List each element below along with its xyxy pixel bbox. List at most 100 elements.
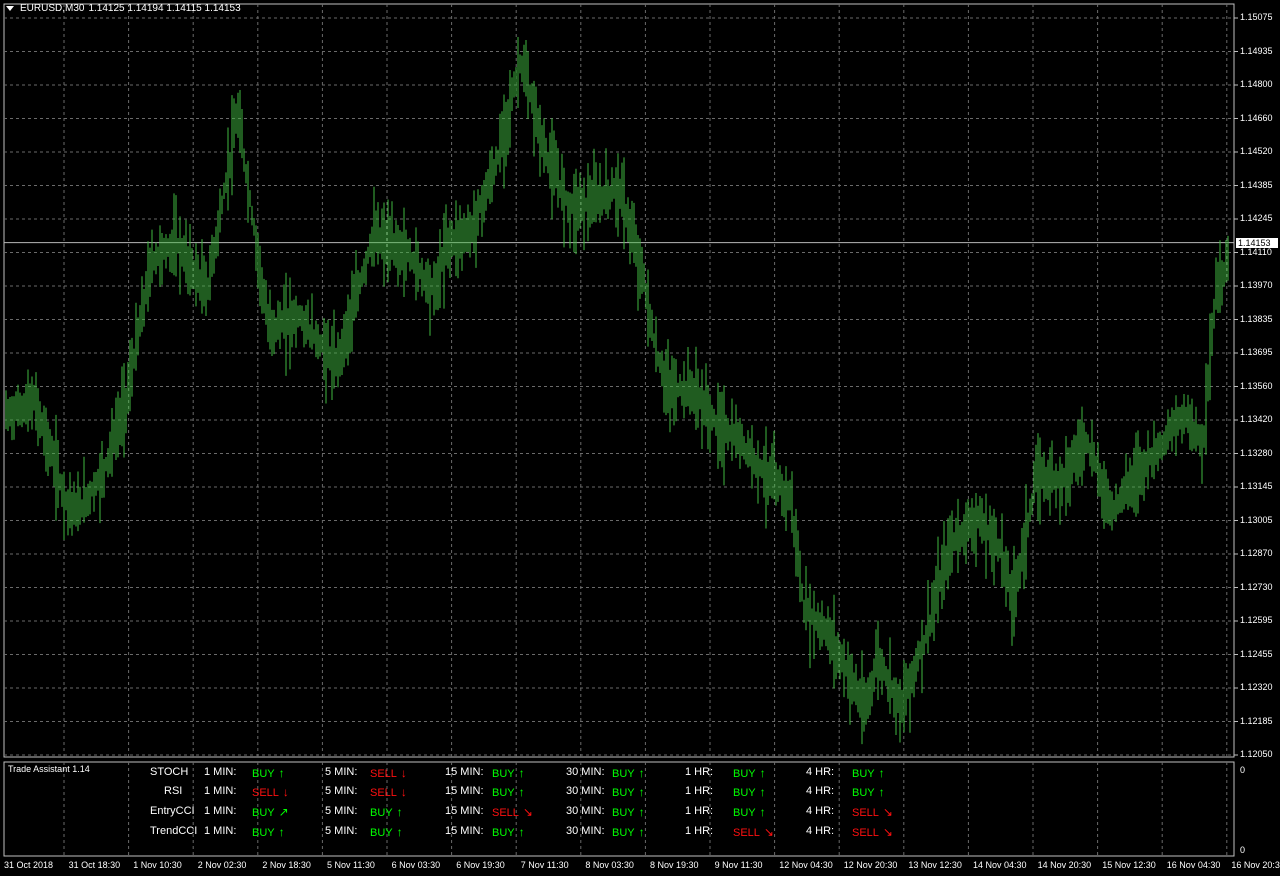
time-axis-label: 12 Nov 04:30 [779, 860, 833, 870]
main-chart-frame [3, 3, 1235, 758]
timeframe-label: 15 MIN: [445, 785, 484, 797]
down-arrow-icon: ↘ [882, 825, 893, 839]
time-axis-label: 7 Nov 11:30 [520, 860, 569, 870]
signal-text: BUY [370, 827, 393, 839]
buy-signal: BUY ↑ [612, 805, 645, 819]
signal-text: BUY [492, 768, 515, 780]
signal-text: SELL [370, 787, 397, 799]
up-arrow-icon: ↗ [278, 805, 289, 819]
timeframe-label: 15 MIN: [445, 805, 484, 817]
indicator-name: RSI [164, 785, 183, 797]
timeframe-label: 1 HR: [685, 766, 714, 778]
sell-signal: SELL ↘ [733, 825, 774, 839]
timeframe-label: 5 MIN: [325, 766, 358, 778]
buy-signal: BUY ↑ [733, 805, 766, 819]
signal-text: BUY [612, 807, 635, 819]
down-arrow-icon: ↘ [522, 805, 533, 819]
indicator-name: EntryCCI [150, 805, 195, 817]
signal-text: BUY [370, 807, 393, 819]
time-axis-label: 8 Nov 03:30 [585, 860, 634, 870]
symbol-title: EURUSD,M30 [20, 3, 85, 14]
buy-signal: BUY ↑ [252, 766, 285, 780]
buy-signal: BUY ↑ [852, 785, 885, 799]
chart-title-bar: EURUSD,M30 1.14125 1.14194 1.14115 1.141… [6, 3, 241, 14]
buy-signal: BUY ↑ [492, 825, 525, 839]
price-axis-label: 1.12455 [1240, 648, 1273, 659]
timeframe-label: 30 MIN: [566, 785, 605, 797]
signal-text: BUY [733, 807, 756, 819]
collapse-triangle-icon[interactable] [6, 6, 14, 11]
sell-signal: SELL ↘ [852, 805, 893, 819]
signal-text: BUY [612, 827, 635, 839]
up-arrow-icon: ↑ [638, 805, 645, 819]
down-arrow-icon: ↓ [282, 785, 289, 799]
indicator-name: TrendCCI [150, 825, 198, 837]
up-arrow-icon: ↑ [396, 805, 403, 819]
time-axis-label: 2 Nov 18:30 [262, 860, 311, 870]
signal-text: SELL [852, 807, 879, 819]
sell-signal: SELL ↓ [370, 785, 407, 799]
time-axis-label: 13 Nov 12:30 [908, 860, 962, 870]
up-arrow-icon: ↑ [759, 766, 766, 780]
buy-signal: BUY ↑ [733, 766, 766, 780]
chart-canvas[interactable] [0, 0, 1280, 876]
sell-signal: SELL ↓ [252, 785, 289, 799]
down-arrow-icon: ↘ [763, 825, 774, 839]
signal-text: SELL [492, 807, 519, 819]
timeframe-label: 30 MIN: [566, 805, 605, 817]
signal-text: SELL [252, 787, 279, 799]
up-arrow-icon: ↑ [878, 766, 885, 780]
up-arrow-icon: ↑ [638, 825, 645, 839]
up-arrow-icon: ↑ [278, 766, 285, 780]
chart-window[interactable]: EURUSD,M30 1.14125 1.14194 1.14115 1.141… [0, 0, 1280, 876]
down-arrow-icon: ↓ [400, 766, 407, 780]
timeframe-label: 1 HR: [685, 785, 714, 797]
time-axis-label: 14 Nov 20:30 [1037, 860, 1092, 870]
time-axis-label: 6 Nov 19:30 [456, 860, 505, 870]
up-arrow-icon: ↑ [518, 766, 525, 780]
trade-assistant-title: Trade Assistant 1.14 [8, 764, 90, 774]
price-axis-label: 1.13835 [1240, 313, 1273, 324]
signal-text: BUY [733, 787, 756, 799]
sell-signal: SELL ↘ [852, 825, 893, 839]
time-axis-label: 16 Nov 04:30 [1166, 860, 1221, 870]
buy-signal: BUY ↑ [733, 785, 766, 799]
price-axis-label: 1.13145 [1240, 481, 1273, 491]
ohlc-values: 1.14125 1.14194 1.14115 1.14153 [88, 3, 241, 14]
down-arrow-icon: ↘ [882, 805, 893, 819]
signal-text: SELL [733, 827, 760, 839]
signal-text: BUY [252, 768, 275, 780]
time-axis-label: 16 Nov 20:30 [1231, 860, 1280, 870]
time-axis-label: 5 Nov 11:30 [327, 860, 375, 870]
timeframe-label: 1 MIN: [204, 805, 237, 817]
time-axis-label: 31 Oct 18:30 [68, 860, 121, 870]
timeframe-label: 5 MIN: [325, 825, 358, 837]
signal-text: BUY [612, 768, 635, 780]
buy-signal: BUY ↑ [612, 785, 645, 799]
timeframe-label: 4 HR: [806, 805, 835, 817]
price-axis-label: 1.12050 [1240, 749, 1273, 759]
timeframe-label: 4 HR: [806, 766, 835, 778]
price-axis-label: 1.14110 [1240, 246, 1272, 257]
buy-signal: BUY ↑ [252, 825, 285, 839]
timeframe-label: 5 MIN: [325, 785, 358, 797]
price-axis-label: 1.14800 [1240, 79, 1273, 89]
signal-text: BUY [252, 807, 275, 819]
time-axis-label: 8 Nov 19:30 [650, 860, 699, 870]
price-axis-label: 1.14245 [1240, 213, 1273, 223]
up-arrow-icon: ↑ [759, 785, 766, 799]
signal-text: SELL [852, 827, 879, 839]
sell-signal: SELL ↘ [492, 805, 533, 819]
signal-text: BUY [492, 787, 515, 799]
price-axis-label: 1.13420 [1240, 414, 1273, 424]
price-axis-label: 1.12320 [1240, 682, 1273, 692]
time-axis-label: 6 Nov 03:30 [391, 860, 441, 870]
up-arrow-icon: ↑ [518, 785, 525, 799]
timeframe-label: 1 HR: [685, 825, 714, 837]
timeframe-label: 1 MIN: [204, 766, 237, 778]
timeframe-label: 1 MIN: [204, 825, 237, 837]
price-axis-label: 1.13695 [1240, 347, 1273, 357]
price-axis-label: 1.13005 [1240, 514, 1273, 525]
timeframe-label: 30 MIN: [566, 825, 605, 837]
up-arrow-icon: ↑ [638, 785, 645, 799]
